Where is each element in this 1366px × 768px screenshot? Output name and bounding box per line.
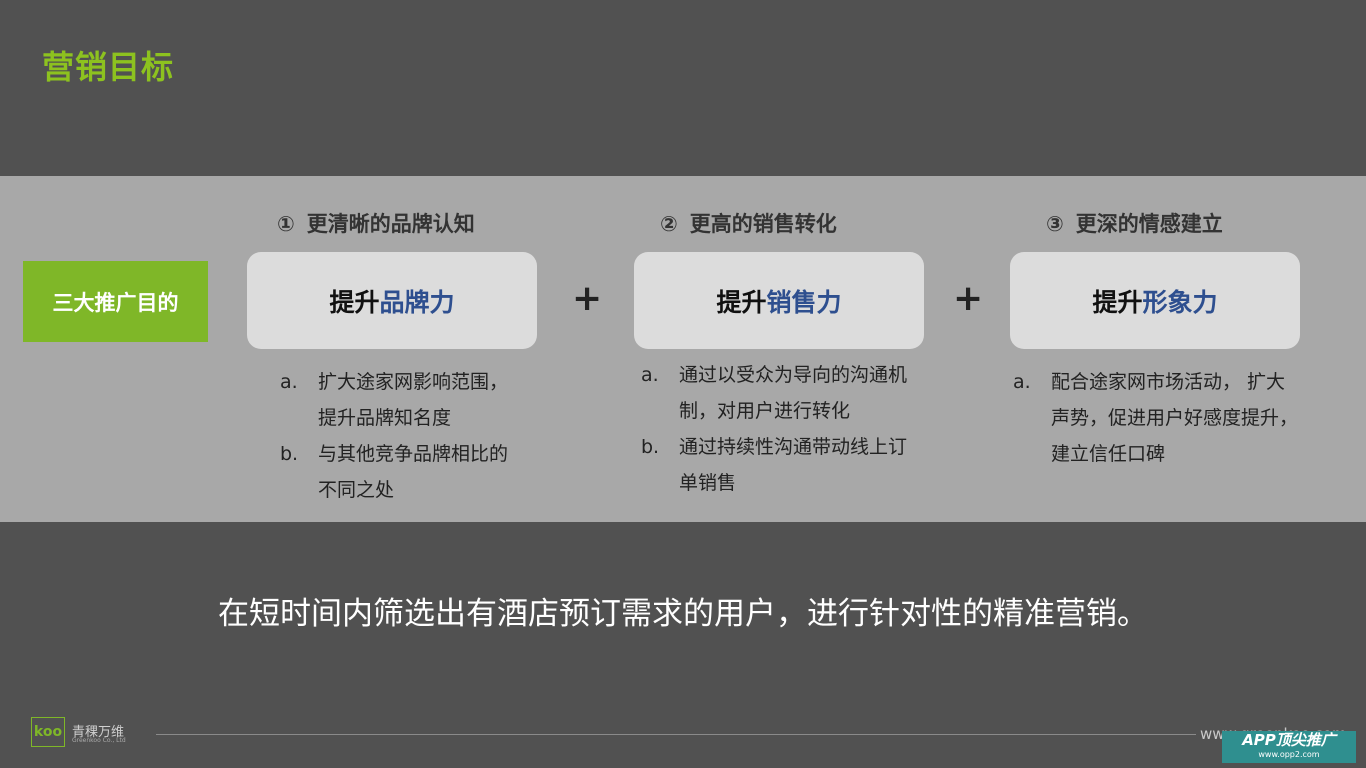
column-2-heading-text: 更高的销售转化	[689, 212, 837, 236]
list-item: a. 通过以受众为导向的沟通机制，对用户进行转化	[641, 357, 913, 429]
circled-number-3: ③	[1046, 212, 1064, 236]
column-3-list: a. 配合途家网市场活动， 扩大声势，促进用户好感度提升，建立信任口碑	[1013, 364, 1303, 472]
column-1-heading-text: 更清晰的品牌认知	[306, 212, 475, 236]
column-2-list: a. 通过以受众为导向的沟通机制，对用户进行转化 b. 通过持续性沟通带动线上订…	[641, 357, 913, 501]
watermark-badge: APP顶尖推广 www.opp2.com	[1222, 731, 1356, 763]
brand-subtitle: Greenkoo Co., Ltd	[72, 737, 126, 744]
column-3-box: 提升 形象力	[1010, 252, 1300, 349]
list-marker: a.	[641, 364, 659, 386]
list-item: b. 与其他竞争品牌相比的不同之处	[280, 436, 512, 508]
brand-logo-icon: koo	[31, 717, 65, 747]
slide-title: 营销目标	[42, 48, 175, 86]
circled-number-1: ①	[277, 212, 295, 236]
circled-number-2: ②	[660, 212, 678, 236]
list-marker: a.	[280, 371, 298, 393]
watermark-url: www.opp2.com	[1258, 750, 1320, 759]
column-3-heading: ③ 更深的情感建立	[1046, 208, 1223, 238]
summary-text: 在短时间内筛选出有酒店预订需求的用户，进行针对性的精准营销。	[218, 596, 1148, 632]
list-marker: a.	[1013, 371, 1031, 393]
list-text: 扩大途家网影响范围，提升品牌知名度	[318, 371, 509, 429]
column-1-list: a. 扩大途家网影响范围，提升品牌知名度 b. 与其他竞争品牌相比的不同之处	[280, 364, 512, 508]
column-2-heading: ② 更高的销售转化	[660, 208, 837, 238]
column-3-box-lead: 提升	[1092, 287, 1143, 317]
column-2-box-lead: 提升	[716, 287, 767, 317]
column-1-box-accent: 品牌力	[379, 287, 455, 317]
list-item: b. 通过持续性沟通带动线上订单销售	[641, 429, 913, 501]
column-3-box-accent: 形象力	[1142, 287, 1218, 317]
column-2-box-accent: 销售力	[766, 287, 842, 317]
list-item: a. 扩大途家网影响范围，提升品牌知名度	[280, 364, 512, 436]
column-3-heading-text: 更深的情感建立	[1075, 212, 1223, 236]
list-text: 通过持续性沟通带动线上订单销售	[679, 436, 908, 494]
list-text: 配合途家网市场活动， 扩大声势，促进用户好感度提升，建立信任口碑	[1051, 371, 1299, 465]
list-text: 与其他竞争品牌相比的不同之处	[318, 443, 509, 501]
column-2-box: 提升 销售力	[634, 252, 924, 349]
plus-sign-1: +	[572, 278, 603, 319]
list-text: 通过以受众为导向的沟通机制，对用户进行转化	[679, 364, 908, 422]
list-marker: b.	[641, 436, 660, 458]
watermark-title: APP顶尖推广	[1242, 731, 1336, 749]
plus-sign-2: +	[953, 278, 984, 319]
goal-tag: 三大推广目的	[23, 261, 208, 342]
footer-divider	[156, 734, 1196, 735]
list-item: a. 配合途家网市场活动， 扩大声势，促进用户好感度提升，建立信任口碑	[1013, 364, 1303, 472]
column-1-heading: ① 更清晰的品牌认知	[277, 208, 475, 238]
list-marker: b.	[280, 443, 299, 465]
column-1-box: 提升 品牌力	[247, 252, 537, 349]
column-1-box-lead: 提升	[329, 287, 380, 317]
